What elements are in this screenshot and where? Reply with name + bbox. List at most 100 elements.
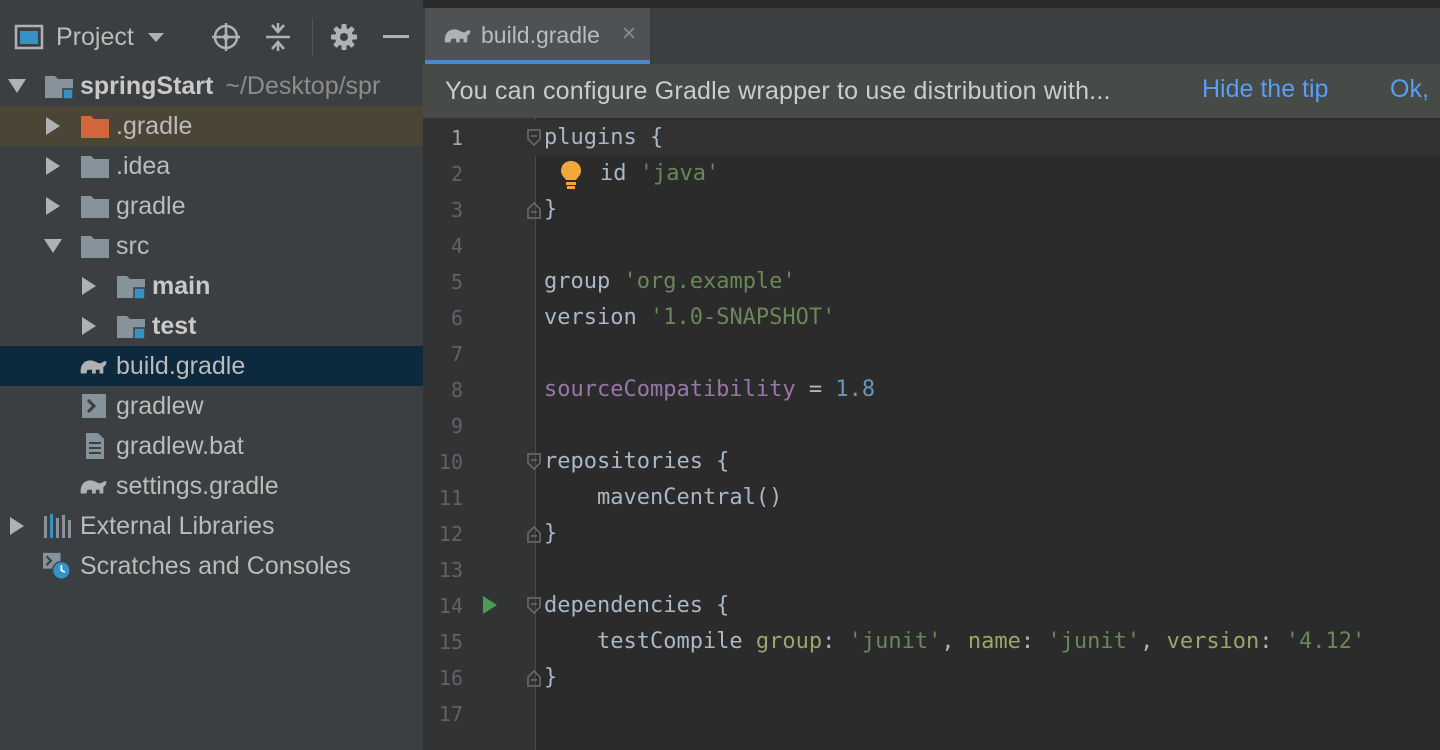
- line-number: 6: [450, 306, 463, 330]
- tree-item-gradlew[interactable]: gradlew: [0, 386, 423, 426]
- expand-arrow-icon[interactable]: [10, 517, 24, 535]
- expand-arrow-icon[interactable]: [8, 79, 26, 93]
- toolbar-separator: [312, 18, 313, 56]
- tree-item-label: gradle: [116, 192, 186, 220]
- code-text: testCompile group: 'junit', name: 'junit…: [544, 629, 1366, 654]
- code-line: 4: [423, 228, 1440, 264]
- fold-open-icon[interactable]: [527, 129, 541, 147]
- collapse-all-icon: [266, 23, 290, 51]
- expand-arrow-icon[interactable]: [82, 277, 96, 295]
- libraries-icon: [44, 514, 71, 538]
- folder-excluded-icon: [81, 116, 109, 138]
- line-number: 9: [450, 414, 463, 438]
- project-view-dropdown[interactable]: Project: [14, 8, 184, 66]
- tree-item-scratches[interactable]: Scratches and Consoles: [0, 546, 423, 586]
- tree-item-build-gradle[interactable]: build.gradle: [0, 346, 423, 386]
- expand-arrow-icon[interactable]: [46, 157, 60, 175]
- code-text: mavenCentral(): [544, 485, 783, 510]
- tree-item-settings-gradle[interactable]: settings.gradle: [0, 466, 423, 506]
- tab-label: build.gradle: [481, 22, 600, 48]
- code-line: 11 mavenCentral(): [423, 480, 1440, 516]
- code-line: 17: [423, 696, 1440, 732]
- code-line: 15 testCompile group: 'junit', name: 'ju…: [423, 624, 1440, 660]
- tree-item-gradle[interactable]: gradle: [0, 186, 423, 226]
- locate-icon: [212, 23, 240, 51]
- line-number: 8: [450, 378, 463, 402]
- collapse-arrow-icon[interactable]: [44, 239, 62, 253]
- tree-item-gradlew-bat[interactable]: gradlew.bat: [0, 426, 423, 466]
- tree-item-dot-gradle[interactable]: .gradle: [0, 106, 423, 146]
- tree-item-dot-idea[interactable]: .idea: [0, 146, 423, 186]
- code-line: 13: [423, 552, 1440, 588]
- tree-item-label: test: [152, 312, 197, 340]
- tree-item-main[interactable]: main: [0, 266, 423, 306]
- tree-item-label: gradlew: [116, 392, 204, 420]
- code-line: 9: [423, 408, 1440, 444]
- code-text: id 'java': [600, 161, 720, 186]
- code-line: 5 group 'org.example': [423, 264, 1440, 300]
- gradle-tip-banner: You can configure Gradle wrapper to use …: [423, 64, 1440, 118]
- lightbulb-icon[interactable]: [560, 160, 582, 190]
- run-gutter-icon[interactable]: [483, 596, 497, 614]
- tab-build-gradle[interactable]: build.gradle ×: [425, 8, 650, 64]
- line-number: 3: [450, 198, 463, 222]
- tree-root-path: ~/Desktop/spr: [225, 72, 381, 100]
- line-number: 12: [438, 522, 463, 546]
- code-text: version '1.0-SNAPSHOT': [544, 305, 836, 330]
- project-view-label: Project: [56, 22, 134, 51]
- editor-tab-bar: build.gradle ×: [423, 8, 1440, 65]
- tree-item-label: gradlew.bat: [116, 432, 244, 460]
- tree-item-label: .idea: [116, 152, 171, 180]
- code-text: }: [544, 665, 558, 690]
- hide-tip-link[interactable]: Hide the tip: [1202, 64, 1328, 114]
- folder-icon: [81, 236, 109, 258]
- close-icon[interactable]: ×: [617, 20, 641, 48]
- tree-item-label: settings.gradle: [116, 472, 279, 500]
- collapse-all-button[interactable]: [258, 8, 298, 66]
- line-number: 17: [438, 702, 463, 726]
- line-number: 2: [450, 162, 463, 186]
- tree-item-label: main: [152, 272, 211, 300]
- tree-item-external-libraries[interactable]: External Libraries: [0, 506, 423, 546]
- tip-text: You can configure Gradle wrapper to use …: [445, 77, 1111, 105]
- line-number: 15: [438, 630, 463, 654]
- line-number: 1: [450, 126, 463, 150]
- ok-link[interactable]: Ok,: [1390, 64, 1429, 114]
- code-line: 8 sourceCompatibility = 1.8: [423, 372, 1440, 408]
- expand-arrow-icon[interactable]: [82, 317, 96, 335]
- module-folder-icon: [45, 76, 74, 100]
- tree-item-src[interactable]: src: [0, 226, 423, 266]
- hide-panel-button[interactable]: [376, 8, 416, 66]
- code-line: 2 id 'java': [423, 156, 1440, 192]
- line-number: 10: [438, 450, 463, 474]
- line-number: 4: [450, 234, 463, 258]
- fold-end-icon[interactable]: [527, 525, 541, 543]
- settings-button[interactable]: [324, 8, 364, 66]
- line-number: 14: [438, 594, 463, 618]
- line-number: 11: [438, 486, 463, 510]
- expand-arrow-icon[interactable]: [46, 117, 60, 135]
- code-line: 14 dependencies {: [423, 588, 1440, 624]
- tree-root-springStart[interactable]: springStart ~/Desktop/spr: [0, 66, 423, 106]
- source-folder-icon: [117, 276, 146, 300]
- fold-open-icon[interactable]: [527, 597, 541, 615]
- code-text: }: [544, 521, 558, 546]
- scratches-icon: [43, 552, 71, 580]
- locate-button[interactable]: [206, 8, 246, 66]
- shell-script-icon: [82, 394, 106, 418]
- tree-item-label: src: [116, 232, 150, 260]
- tree-item-label: Scratches and Consoles: [80, 552, 351, 580]
- text-file-icon: [86, 433, 104, 459]
- code-line: 3 }: [423, 192, 1440, 228]
- fold-end-icon[interactable]: [527, 201, 541, 219]
- fold-end-icon[interactable]: [527, 669, 541, 687]
- tree-item-label: .gradle: [116, 112, 193, 140]
- code-line: 7: [423, 336, 1440, 372]
- source-folder-icon: [117, 316, 146, 340]
- tree-item-label: External Libraries: [80, 512, 275, 540]
- expand-arrow-icon[interactable]: [46, 197, 60, 215]
- fold-open-icon[interactable]: [527, 453, 541, 471]
- folder-icon: [81, 196, 109, 218]
- code-line: 16 }: [423, 660, 1440, 696]
- tree-item-test[interactable]: test: [0, 306, 423, 346]
